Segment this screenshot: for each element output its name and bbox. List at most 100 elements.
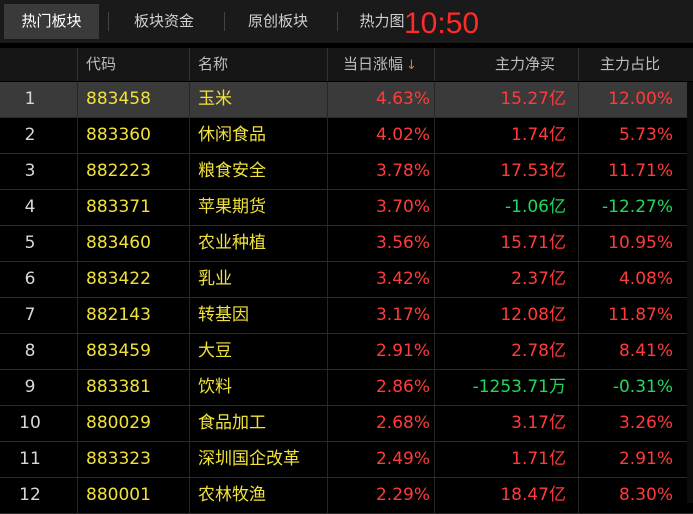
header-divider [327, 48, 328, 81]
main-ratio: 2.91% [618, 449, 673, 469]
column-divider [77, 478, 78, 513]
column-divider [578, 334, 579, 369]
column-divider [77, 82, 78, 117]
column-divider [578, 154, 579, 189]
column-divider [77, 226, 78, 261]
table-row[interactable]: 11 883323 深圳国企改革 2.49% 1.71亿 2.91% [0, 442, 693, 478]
column-divider [189, 118, 190, 153]
change-percent: 3.42% [375, 269, 430, 289]
header-code[interactable]: 代码 [86, 48, 116, 81]
sector-name: 农林牧渔 [198, 485, 266, 505]
column-divider [434, 190, 435, 225]
column-divider [578, 118, 579, 153]
sector-code: 882143 [86, 305, 151, 325]
column-divider [434, 370, 435, 405]
table-row[interactable]: 6 883422 乳业 3.42% 2.37亿 4.08% [0, 262, 693, 298]
clock-overlay: 10:50 [404, 7, 480, 40]
main-net-buy: 17.53亿 [500, 161, 566, 181]
change-percent: 2.91% [375, 341, 430, 361]
change-percent: 4.02% [375, 125, 430, 145]
column-divider [77, 334, 78, 369]
column-divider [434, 82, 435, 117]
column-divider [327, 118, 328, 153]
sector-name: 乳业 [198, 269, 232, 289]
table-row[interactable]: 5 883460 农业种植 3.56% 15.71亿 10.95% [0, 226, 693, 262]
main-ratio: 4.08% [618, 269, 673, 289]
row-index: 6 [24, 269, 36, 289]
column-divider [327, 406, 328, 441]
column-divider [327, 478, 328, 513]
tab-sector-funds[interactable]: 板块资金 [114, 4, 214, 39]
change-percent: 4.63% [375, 89, 430, 109]
table-row[interactable]: 10 880029 食品加工 2.68% 3.17亿 3.26% [0, 406, 693, 442]
change-percent: 3.56% [375, 233, 430, 253]
main-net-buy: 2.78亿 [511, 341, 566, 361]
column-divider [189, 82, 190, 117]
main-ratio: 10.95% [608, 233, 673, 253]
tab-bar: 热门板块 板块资金 原创板块 热力图 10:50 [0, 0, 693, 43]
column-divider [578, 478, 579, 513]
column-divider [77, 298, 78, 333]
column-divider [578, 190, 579, 225]
table-row[interactable]: 3 882223 粮食安全 3.78% 17.53亿 11.71% [0, 154, 693, 190]
column-divider [189, 190, 190, 225]
sector-code: 883323 [86, 449, 151, 469]
header-net-buy[interactable]: 主力净买 [495, 48, 555, 81]
main-net-buy: 1.71亿 [511, 449, 566, 469]
row-index: 1 [24, 89, 36, 109]
change-percent: 2.86% [375, 377, 430, 397]
header-change[interactable]: 当日涨幅 ↓ [343, 48, 417, 81]
change-percent: 3.70% [375, 197, 430, 217]
sector-code: 883460 [86, 233, 151, 253]
header-divider [189, 48, 190, 81]
header-name[interactable]: 名称 [198, 48, 228, 81]
scrollbar[interactable] [687, 82, 693, 503]
sort-desc-icon: ↓ [406, 58, 417, 73]
column-divider [434, 226, 435, 261]
change-percent: 3.78% [375, 161, 430, 181]
table-header: 代码 名称 当日涨幅 ↓ 主力净买 主力占比 [0, 48, 693, 81]
table-row[interactable]: 4 883371 苹果期货 3.70% -1.06亿 -12.27% [0, 190, 693, 226]
table-row[interactable]: 2 883360 休闲食品 4.02% 1.74亿 5.73% [0, 118, 693, 154]
column-divider [77, 370, 78, 405]
change-percent: 3.17% [375, 305, 430, 325]
table-row[interactable]: 8 883459 大豆 2.91% 2.78亿 8.41% [0, 334, 693, 370]
main-ratio: 11.71% [608, 161, 673, 181]
main-net-buy: -1253.71万 [472, 377, 566, 397]
table-row[interactable]: 12 880001 农林牧渔 2.29% 18.47亿 8.30% [0, 478, 693, 514]
column-divider [77, 118, 78, 153]
header-ratio[interactable]: 主力占比 [600, 48, 660, 81]
column-divider [77, 154, 78, 189]
sector-code: 883459 [86, 341, 151, 361]
main-net-buy: -1.06亿 [505, 197, 566, 217]
tab-original-sectors[interactable]: 原创板块 [228, 4, 328, 39]
main-net-buy: 3.17亿 [511, 413, 566, 433]
main-net-buy: 1.74亿 [511, 125, 566, 145]
table-row[interactable]: 9 883381 饮料 2.86% -1253.71万 -0.31% [0, 370, 693, 406]
column-divider [578, 226, 579, 261]
sector-code: 883371 [86, 197, 151, 217]
column-divider [327, 262, 328, 297]
table-row[interactable]: 1 883458 玉米 4.63% 15.27亿 12.00% [0, 82, 693, 118]
main-ratio: 11.87% [608, 305, 673, 325]
column-divider [327, 82, 328, 117]
tab-hot-sectors[interactable]: 热门板块 [4, 4, 99, 39]
main-ratio: 8.30% [618, 485, 673, 505]
sector-name: 休闲食品 [198, 125, 266, 145]
table-row[interactable]: 7 882143 转基因 3.17% 12.08亿 11.87% [0, 298, 693, 334]
column-divider [578, 406, 579, 441]
change-percent: 2.68% [375, 413, 430, 433]
sector-table: 1 883458 玉米 4.63% 15.27亿 12.00% 2 883360 休闲食品 4.0… [0, 82, 693, 514]
column-divider [77, 262, 78, 297]
sector-name: 转基因 [198, 305, 249, 325]
column-divider [434, 334, 435, 369]
column-divider [189, 334, 190, 369]
sector-code: 882223 [86, 161, 151, 181]
row-index: 12 [19, 485, 41, 505]
sector-code: 880001 [86, 485, 151, 505]
main-ratio: 3.26% [618, 413, 673, 433]
column-divider [434, 118, 435, 153]
header-divider [578, 48, 579, 81]
sector-name: 玉米 [198, 89, 232, 109]
column-divider [189, 478, 190, 513]
